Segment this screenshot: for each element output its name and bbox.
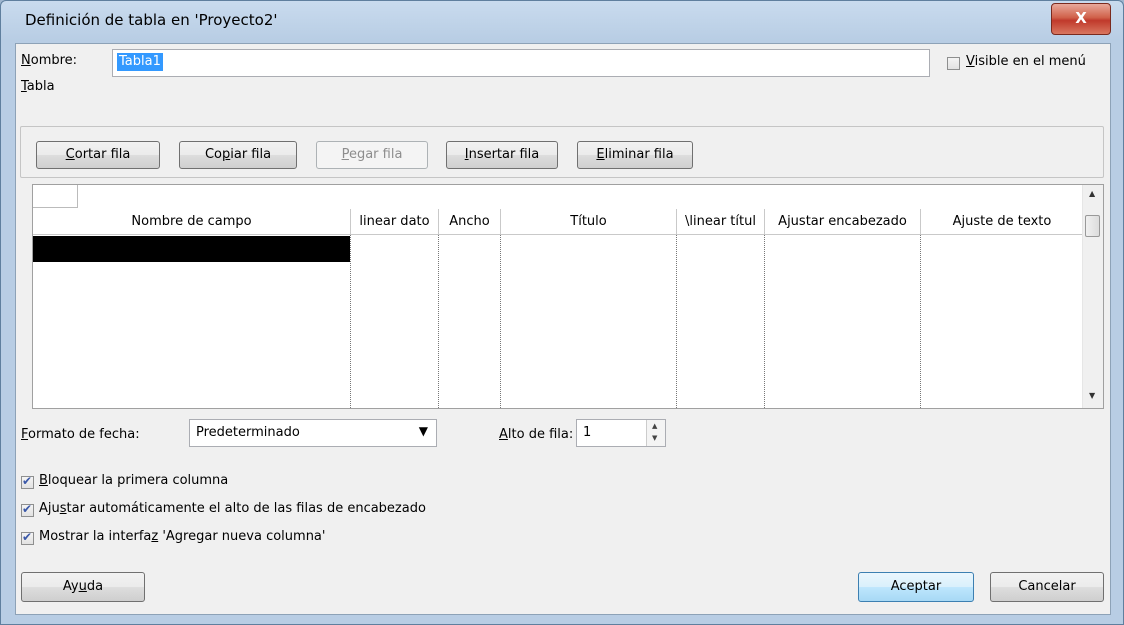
header-align-data[interactable]: linear dato (351, 209, 439, 235)
spin-up-icon[interactable]: ▲ (652, 422, 657, 430)
spin-down-icon[interactable]: ▼ (652, 434, 657, 442)
help-post: da (86, 579, 104, 594)
cut-post: ortar fila (74, 147, 131, 162)
grid-column[interactable] (677, 235, 765, 408)
visible-menu-label: Visible en el menú (966, 54, 1086, 69)
field-grid[interactable]: Nombre de campo linear dato Ancho Título… (32, 184, 1104, 409)
scroll-up-icon[interactable]: ▲ (1089, 189, 1095, 198)
insert-row-button[interactable]: Insertar fila (446, 141, 558, 169)
cancel-button[interactable]: Cancelar (990, 572, 1104, 602)
opt1-post: tar automáticamente el alto de las filas… (66, 501, 426, 516)
show-add-column-label: Mostrar la interfaz 'Agregar nueva colum… (39, 529, 325, 544)
opt2-post: 'Agregar nueva columna' (158, 529, 326, 544)
visible-menu-accel: V (966, 54, 975, 69)
header-field-name[interactable]: Nombre de campo (33, 209, 351, 235)
row-height-value: 1 (583, 425, 592, 440)
ok-label: Aceptar (890, 579, 942, 594)
row-height-spinner[interactable]: 1 ▲ ▼ (576, 419, 666, 447)
cut-accel: C (65, 147, 75, 162)
opt0-accel: B (39, 473, 48, 488)
delete-accel: E (596, 147, 605, 162)
insert-post: nsertar fila (468, 147, 540, 162)
copy-post: iar fila (230, 147, 272, 162)
date-format-select[interactable]: Predeterminado ▼ (189, 419, 437, 447)
header-wrap-header[interactable]: Ajustar encabezado (765, 209, 921, 235)
copy-accel: p (221, 147, 231, 162)
header-wrap-text[interactable]: Ajuste de texto (921, 209, 1083, 235)
table-group-text: abla (26, 79, 55, 94)
cancel-label: Cancelar (1018, 579, 1076, 594)
name-input[interactable]: Tabla1 (112, 49, 930, 77)
help-accel: u (78, 579, 87, 594)
header-width[interactable]: Ancho (439, 209, 501, 235)
grid-corner-cell[interactable] (33, 185, 78, 208)
scroll-thumb[interactable] (1085, 215, 1100, 237)
selected-row-cell[interactable] (33, 236, 350, 262)
copy-pre: Co (204, 147, 222, 162)
opt2-pre: Mostrar la interfa (39, 529, 152, 544)
visible-menu-text: isible en el menú (974, 54, 1086, 69)
name-input-value: Tabla1 (117, 53, 163, 71)
ok-button[interactable]: Aceptar (858, 572, 974, 602)
grid-column[interactable] (439, 235, 501, 408)
triangle-down-icon: ▼ (418, 424, 428, 438)
grid-column[interactable] (501, 235, 677, 408)
date-format-value: Predeterminado (196, 425, 300, 440)
row-height-text: lto de fila: (507, 427, 574, 442)
paste-accel: P (341, 147, 349, 162)
scroll-down-icon[interactable]: ▼ (1089, 391, 1095, 400)
auto-header-height-label: Ajustar automáticamente el alto de las f… (39, 501, 426, 516)
opt1-pre: Aju (39, 501, 60, 516)
date-format-text: ormato de fecha: (28, 427, 140, 442)
spinner-arrows-icon[interactable]: ▲ ▼ (646, 420, 665, 446)
show-add-column-checkbox[interactable] (21, 530, 34, 545)
lock-first-column-checkbox[interactable] (21, 474, 34, 489)
auto-header-height-checkbox[interactable] (21, 502, 34, 517)
row-height-label: Alto de fila: (499, 427, 573, 442)
lock-first-column-label: Bloquear la primera columna (39, 473, 228, 488)
dialog-window: Definición de tabla en 'Proyecto2' X Nom… (0, 0, 1124, 625)
grid-vertical-scrollbar[interactable]: ▲ ▼ (1082, 185, 1103, 408)
copy-row-button[interactable]: Copiar fila (179, 141, 297, 169)
date-format-accel: F (21, 427, 29, 442)
header-align-title[interactable]: \linear títul (677, 209, 765, 235)
help-pre: Ay (62, 579, 79, 594)
table-group-label: Tabla (21, 79, 55, 94)
paste-post: egar fila (348, 147, 403, 162)
name-label-text: ombre: (30, 53, 78, 68)
opt0-post: loquear la primera columna (47, 473, 229, 488)
title-bar: Definición de tabla en 'Proyecto2' X (1, 1, 1123, 43)
visible-menu-checkbox[interactable] (947, 57, 960, 70)
header-title[interactable]: Título (501, 209, 677, 235)
name-label: Nombre: (21, 53, 77, 68)
grid-column[interactable] (765, 235, 921, 408)
name-label-accel: N (21, 53, 31, 68)
delete-post: liminar fila (604, 147, 674, 162)
grid-top-strip (33, 185, 1085, 209)
help-button[interactable]: Ayuda (21, 572, 145, 602)
close-icon: X (1075, 9, 1087, 27)
paste-row-button[interactable]: Pegar fila (316, 141, 428, 169)
close-button[interactable]: X (1051, 3, 1111, 35)
opt1-accel: s (59, 501, 67, 516)
cut-row-button[interactable]: Cortar fila (36, 141, 160, 169)
delete-row-button[interactable]: Eliminar fila (577, 141, 693, 169)
date-format-label: Formato de fecha: (21, 427, 140, 442)
grid-column[interactable] (351, 235, 439, 408)
row-height-accel: A (499, 427, 508, 442)
window-title: Definición de tabla en 'Proyecto2' (25, 11, 278, 29)
